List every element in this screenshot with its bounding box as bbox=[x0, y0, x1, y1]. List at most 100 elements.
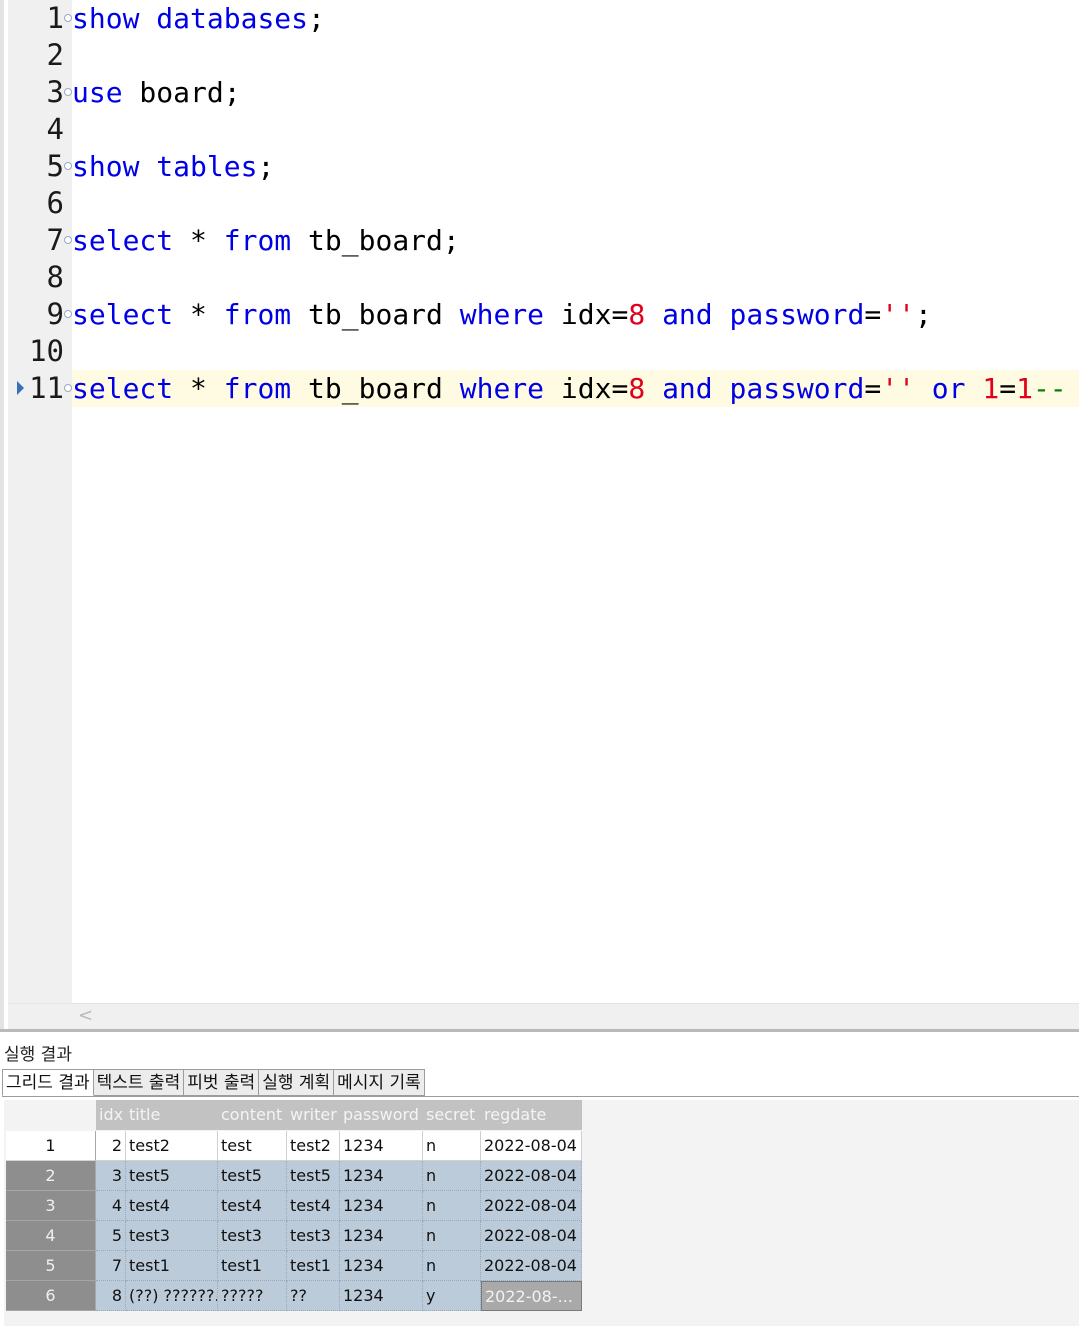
code-token: ; bbox=[257, 150, 275, 183]
grid-cell[interactable]: test5 bbox=[218, 1161, 287, 1191]
tab-execution-plan[interactable]: 실행 계획 bbox=[259, 1069, 335, 1096]
code-token: -- ' bbox=[1032, 372, 1067, 405]
row-number[interactable]: 4 bbox=[6, 1221, 96, 1251]
code-line[interactable]: select * from tb_board where idx=8 and p… bbox=[72, 370, 1079, 407]
code-line[interactable] bbox=[72, 259, 1079, 296]
line-number: 4 bbox=[46, 112, 64, 146]
column-header-regdate[interactable]: regdate bbox=[481, 1100, 582, 1130]
code-token: board; bbox=[122, 76, 241, 109]
code-token: select bbox=[72, 298, 174, 331]
column-header-writer[interactable]: writer bbox=[287, 1100, 340, 1130]
grid-cell[interactable]: test2 bbox=[126, 1131, 218, 1161]
grid-cell[interactable]: 1234 bbox=[340, 1281, 423, 1311]
grid-cell[interactable]: test3 bbox=[218, 1221, 287, 1251]
grid-cell[interactable]: n bbox=[423, 1131, 481, 1161]
code-token: and bbox=[662, 372, 713, 405]
grid-cell[interactable]: y bbox=[423, 1281, 481, 1311]
code-token: ; bbox=[308, 2, 325, 35]
column-header-content[interactable]: content bbox=[218, 1100, 287, 1130]
grid-cell[interactable]: test1 bbox=[287, 1251, 340, 1281]
fold-marker-icon[interactable] bbox=[64, 384, 72, 392]
fold-marker-icon[interactable] bbox=[64, 14, 72, 22]
results-panel-title: 실행 결과 bbox=[4, 1045, 72, 1065]
code-line[interactable]: show databases; bbox=[72, 0, 1079, 37]
code-line[interactable]: use board; bbox=[72, 74, 1079, 111]
grid-cell[interactable]: 1234 bbox=[340, 1191, 423, 1221]
grid-cell[interactable]: 2022-08-04 bbox=[481, 1161, 582, 1191]
result-grid[interactable]: idx title content writer password secret regda… bbox=[4, 1100, 1079, 1326]
row-number[interactable]: 1 bbox=[6, 1131, 96, 1161]
grid-cell[interactable]: n bbox=[423, 1221, 481, 1251]
grid-cell[interactable]: test2 bbox=[287, 1131, 340, 1161]
code-token: '' bbox=[881, 372, 915, 405]
grid-cell[interactable]: 2022-08-04 bbox=[481, 1251, 582, 1281]
row-number[interactable]: 6 bbox=[6, 1281, 96, 1311]
line-number: 5 bbox=[46, 149, 64, 183]
tab-message-log[interactable]: 메시지 기록 bbox=[334, 1069, 425, 1096]
grid-cell[interactable]: n bbox=[423, 1251, 481, 1281]
grid-cell[interactable]: 1234 bbox=[340, 1131, 423, 1161]
row-number[interactable]: 5 bbox=[6, 1251, 96, 1281]
code-line[interactable]: select * from tb_board; bbox=[72, 222, 1079, 259]
grid-cell[interactable]: 2022-08-04 bbox=[481, 1191, 582, 1221]
horizontal-scrollbar[interactable]: < bbox=[8, 1003, 1079, 1030]
code-line[interactable] bbox=[72, 37, 1079, 74]
grid-cell[interactable]: 7 bbox=[96, 1251, 126, 1281]
grid-cell[interactable]: 1234 bbox=[340, 1251, 423, 1281]
grid-cell[interactable]: test5 bbox=[287, 1161, 340, 1191]
grid-corner bbox=[6, 1100, 96, 1130]
row-number[interactable]: 2 bbox=[6, 1161, 96, 1191]
code-line[interactable]: show tables; bbox=[72, 148, 1079, 185]
row-number[interactable]: 3 bbox=[6, 1191, 96, 1221]
grid-cell[interactable]: test5 bbox=[126, 1161, 218, 1191]
fold-marker-icon[interactable] bbox=[64, 88, 72, 96]
grid-cell[interactable]: (??) ??????. bbox=[126, 1281, 218, 1311]
tab-pivot-output[interactable]: 피벗 출력 bbox=[184, 1069, 260, 1096]
grid-cell[interactable]: 2 bbox=[96, 1131, 126, 1161]
grid-cell[interactable]: 1234 bbox=[340, 1221, 423, 1251]
code-line[interactable]: select * from tb_board where idx=8 and p… bbox=[72, 296, 1079, 333]
grid-cell[interactable]: 1234 bbox=[340, 1161, 423, 1191]
grid-cell[interactable]: n bbox=[423, 1161, 481, 1191]
grid-cell[interactable]: test3 bbox=[287, 1221, 340, 1251]
code-token: * bbox=[173, 372, 224, 405]
grid-cell[interactable]: test1 bbox=[218, 1251, 287, 1281]
code-token: where bbox=[459, 298, 545, 331]
fold-marker-icon[interactable] bbox=[64, 310, 72, 318]
scroll-left-icon[interactable]: < bbox=[78, 1005, 93, 1026]
grid-cell[interactable]: 4 bbox=[96, 1191, 126, 1221]
grid-cell[interactable]: 5 bbox=[96, 1221, 126, 1251]
grid-cell[interactable]: 2022-08-... bbox=[481, 1281, 582, 1311]
grid-cell[interactable]: 8 bbox=[96, 1281, 126, 1311]
code-line[interactable] bbox=[72, 333, 1079, 370]
grid-cell[interactable]: 2022-08-04 bbox=[481, 1221, 582, 1251]
code-token: idx= bbox=[544, 372, 629, 405]
grid-cell[interactable]: test3 bbox=[126, 1221, 218, 1251]
column-header-title[interactable]: title bbox=[126, 1100, 218, 1130]
column-header-idx[interactable]: idx bbox=[96, 1100, 126, 1130]
tab-grid-result[interactable]: 그리드 결과 bbox=[2, 1069, 94, 1096]
grid-cell[interactable]: 2022-08-04 bbox=[481, 1131, 582, 1161]
grid-cell[interactable]: test4 bbox=[126, 1191, 218, 1221]
column-header-password[interactable]: password bbox=[340, 1100, 423, 1130]
tab-text-output[interactable]: 텍스트 출력 bbox=[93, 1069, 185, 1096]
grid-cell[interactable]: ?? bbox=[287, 1281, 340, 1311]
code-token: show bbox=[72, 2, 140, 35]
code-line[interactable] bbox=[72, 185, 1079, 222]
grid-cell[interactable]: n bbox=[423, 1191, 481, 1221]
code-token: 1 bbox=[982, 372, 1000, 405]
fold-marker-icon[interactable] bbox=[64, 236, 72, 244]
grid-cell[interactable]: test4 bbox=[218, 1191, 287, 1221]
grid-cell[interactable]: test1 bbox=[126, 1251, 218, 1281]
grid-cell[interactable]: test bbox=[218, 1131, 287, 1161]
column-header-secret[interactable]: secret bbox=[423, 1100, 481, 1130]
sql-editor[interactable]: 1 2 3 4 5 6 7 8 9 10 11 show databases; use board; s… bbox=[0, 0, 1079, 1031]
grid-cell[interactable]: 3 bbox=[96, 1161, 126, 1191]
code-token: 8 bbox=[628, 372, 646, 405]
code-token: databases bbox=[156, 2, 309, 35]
grid-cell[interactable]: ????? bbox=[218, 1281, 287, 1311]
grid-cell[interactable]: test4 bbox=[287, 1191, 340, 1221]
code-line[interactable] bbox=[72, 111, 1079, 148]
fold-marker-icon[interactable] bbox=[64, 162, 72, 170]
